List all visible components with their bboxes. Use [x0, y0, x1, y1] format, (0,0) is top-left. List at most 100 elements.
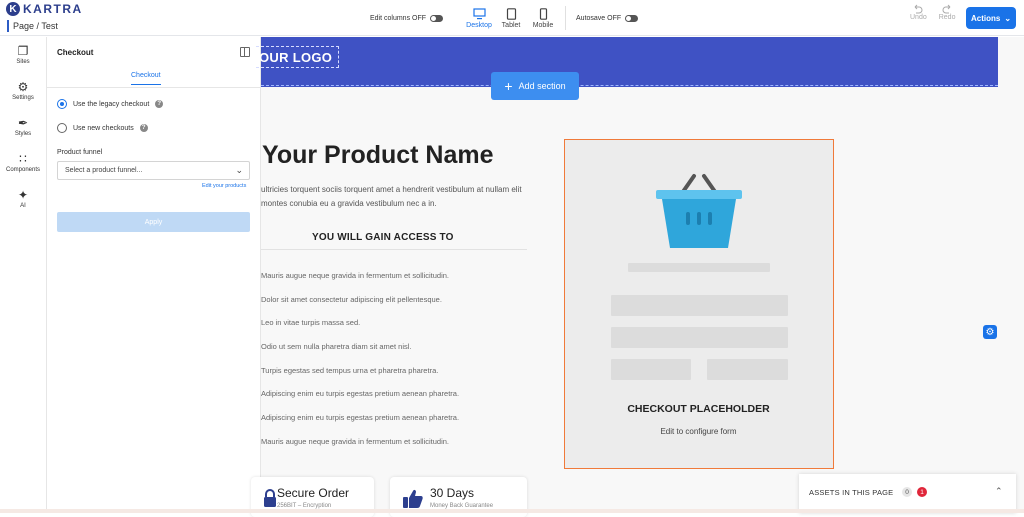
- rail-item-settings[interactable]: ⚙ Settings: [0, 73, 46, 109]
- panel-title: Checkout: [57, 48, 94, 57]
- mobile-icon: [539, 7, 547, 20]
- list-item[interactable]: Adipiscing enim eu turpis egestas pretiu…: [261, 389, 531, 413]
- product-title[interactable]: Your Product Name: [262, 141, 494, 170]
- money-back-title: 30 Days: [430, 486, 475, 500]
- section-settings-gear-icon[interactable]: ⚙: [983, 325, 997, 339]
- kartra-logo-text: KARTRA: [23, 2, 83, 16]
- gear-icon: ⚙: [17, 80, 29, 94]
- page-canvas: OUR LOGO + Add section Your Product Name…: [251, 37, 1024, 517]
- divider: [261, 249, 527, 250]
- checkout-placeholder-subtitle: Edit to configure form: [660, 427, 737, 436]
- device-mobile-button[interactable]: Mobile: [527, 7, 559, 29]
- device-mobile-label: Mobile: [532, 21, 554, 29]
- panel-collapse-icon[interactable]: [240, 47, 250, 57]
- chevron-down-icon: ⌄: [235, 165, 243, 175]
- shopping-basket-icon: [656, 174, 742, 248]
- thumbs-up-icon: [403, 489, 423, 508]
- rail-item-components[interactable]: ∷ Components: [0, 145, 46, 181]
- grid-icon: ∷: [19, 152, 27, 166]
- redo-icon: [942, 4, 951, 14]
- rail-label-sites: Sites: [16, 59, 30, 65]
- new-checkouts-radio[interactable]: [57, 123, 67, 133]
- apply-button[interactable]: Apply: [57, 212, 250, 232]
- page-logo[interactable]: OUR LOGO: [256, 46, 340, 68]
- rail-item-sites[interactable]: ❐ Sites: [0, 37, 46, 73]
- checkout-settings-panel: Checkout Checkout Use the legacy checkou…: [47, 37, 261, 513]
- toolbar-divider: [565, 6, 567, 30]
- product-description[interactable]: ultricies torquent sociis torquent amet …: [261, 183, 531, 211]
- product-funnel-select[interactable]: Select a product funnel... ⌄: [57, 161, 250, 180]
- undo-label: Undo: [910, 14, 927, 21]
- chevron-down-icon: ⌄: [1004, 13, 1012, 23]
- actions-label: Actions: [970, 13, 1001, 23]
- edit-columns-label: Edit columns OFF: [370, 14, 427, 22]
- tab-checkout[interactable]: Checkout: [131, 72, 161, 85]
- redo-button[interactable]: Redo: [938, 4, 956, 21]
- top-bar: K KARTRA Page / Test Edit columns OFF De…: [0, 0, 1024, 36]
- assets-drawer[interactable]: ASSETS IN THIS PAGE 0 1 ⌃: [799, 474, 1016, 513]
- sparkle-icon: ✦: [17, 188, 29, 202]
- new-checkouts-label: Use new checkouts: [73, 124, 134, 132]
- breadcrumb[interactable]: Page / Test: [7, 20, 58, 32]
- help-icon[interactable]: ?: [155, 100, 164, 108]
- actions-button[interactable]: Actions ⌄: [966, 7, 1016, 29]
- assets-alert-badge: 1: [917, 487, 927, 497]
- help-icon[interactable]: ?: [139, 124, 148, 132]
- rail-label-settings: Settings: [12, 95, 34, 101]
- add-section-button[interactable]: + Add section: [491, 72, 579, 100]
- edit-products-link[interactable]: Edit your products: [202, 183, 246, 189]
- redo-label: Redo: [938, 14, 956, 21]
- add-section-label: Add section: [518, 81, 566, 91]
- placeholder-field: [611, 327, 788, 348]
- kartra-logo[interactable]: K KARTRA: [6, 2, 83, 16]
- tablet-icon: [506, 7, 516, 20]
- placeholder-field: [611, 359, 691, 380]
- list-item[interactable]: Mauris augue neque gravida in fermentum …: [261, 271, 531, 295]
- gain-access-heading[interactable]: YOU WILL GAIN ACCESS TO: [312, 232, 454, 243]
- list-item[interactable]: Adipiscing enim eu turpis egestas pretiu…: [261, 413, 531, 437]
- assets-count-badge: 0: [902, 487, 912, 497]
- autosave-toggle[interactable]: [625, 14, 639, 22]
- chevron-up-icon[interactable]: ⌃: [995, 486, 1003, 497]
- undo-redo-group: Undo Redo: [910, 4, 955, 21]
- header-section[interactable]: OUR LOGO: [256, 37, 998, 87]
- device-desktop-label: Desktop: [466, 21, 492, 29]
- undo-button[interactable]: Undo: [910, 4, 927, 21]
- monitor-icon: [472, 7, 486, 19]
- editor-controls: Edit columns OFF Desktop Tablet Mobile A…: [370, 0, 658, 36]
- undo-icon: [915, 4, 923, 14]
- device-tablet-label: Tablet: [501, 21, 521, 29]
- placeholder-field: [611, 295, 788, 316]
- secure-order-title: Secure Order: [277, 486, 350, 500]
- list-item[interactable]: Odio ut sem nulla pharetra diam sit amet…: [261, 342, 531, 366]
- plus-icon: +: [504, 78, 513, 94]
- edit-columns-toggle[interactable]: [430, 14, 444, 22]
- product-funnel-label: Product funnel: [57, 149, 103, 156]
- device-desktop-button[interactable]: Desktop: [463, 7, 495, 29]
- bottom-strip: [0, 509, 1024, 513]
- placeholder-bar: [628, 263, 770, 272]
- checkout-placeholder[interactable]: CHECKOUT PLACEHOLDER Edit to configure f…: [564, 139, 834, 469]
- left-rail: ❐ Sites ⚙ Settings ✒ Styles ∷ Components…: [0, 37, 47, 513]
- list-item[interactable]: Mauris augue neque gravida in fermentum …: [261, 437, 531, 461]
- rail-label-ai: AI: [20, 203, 26, 209]
- checkout-placeholder-title: CHECKOUT PLACEHOLDER: [627, 403, 770, 415]
- legacy-checkout-label: Use the legacy checkout: [73, 100, 150, 108]
- benefits-list: Mauris augue neque gravida in fermentum …: [261, 271, 531, 461]
- device-tablet-button[interactable]: Tablet: [495, 7, 527, 29]
- list-item[interactable]: Leo in vitae turpis massa sed.: [261, 318, 531, 342]
- placeholder-field: [707, 359, 788, 380]
- rail-item-styles[interactable]: ✒ Styles: [0, 109, 46, 145]
- option-new-checkouts[interactable]: Use new checkouts ?: [57, 123, 148, 133]
- assets-label: ASSETS IN THIS PAGE: [809, 488, 894, 497]
- lock-icon: [264, 489, 276, 507]
- option-legacy-checkout[interactable]: Use the legacy checkout ?: [57, 99, 164, 109]
- rail-item-ai[interactable]: ✦ AI: [0, 181, 46, 217]
- rail-label-styles: Styles: [14, 131, 32, 137]
- autosave-label: Autosave OFF: [576, 14, 622, 22]
- list-item[interactable]: Turpis egestas sed tempus urna et pharet…: [261, 366, 531, 390]
- legacy-checkout-radio[interactable]: [57, 99, 67, 109]
- list-item[interactable]: Dolor sit amet consectetur adipiscing el…: [261, 295, 531, 319]
- brush-icon: ✒: [17, 116, 29, 130]
- section-boundary: [261, 85, 998, 86]
